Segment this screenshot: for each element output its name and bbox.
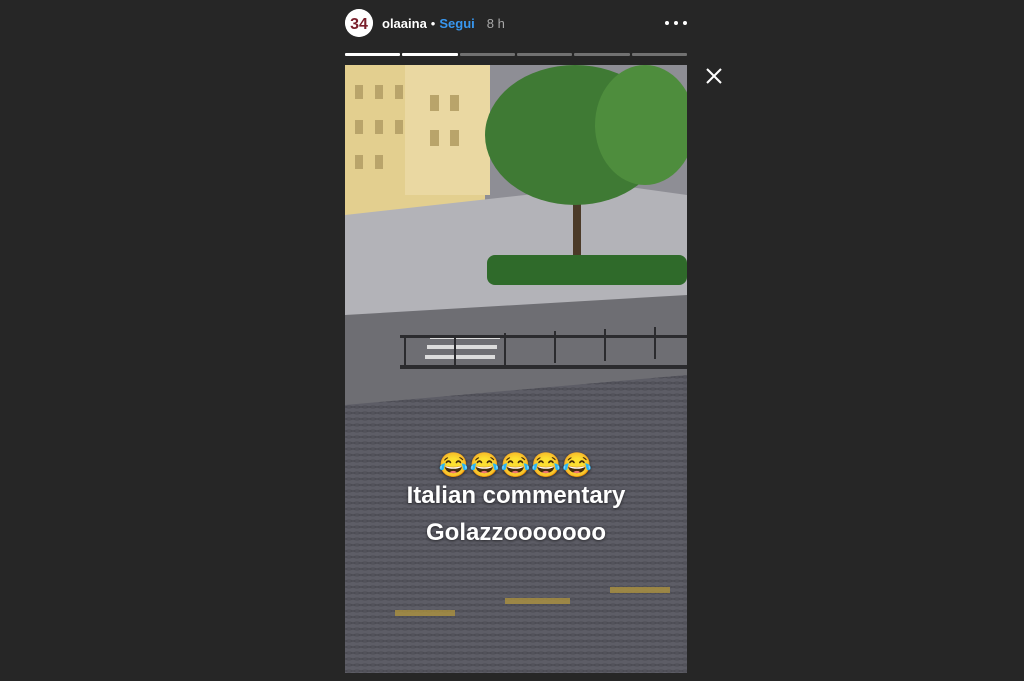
avatar-number: 34 bbox=[350, 16, 368, 33]
progress-segment bbox=[516, 53, 573, 56]
progress-segment bbox=[631, 53, 687, 56]
progress-segment bbox=[402, 53, 458, 56]
emoji-sticker: 😂😂😂😂😂 bbox=[438, 452, 594, 479]
follow-button[interactable]: Segui bbox=[439, 16, 474, 31]
close-icon[interactable] bbox=[704, 66, 724, 86]
post-time: 8 h bbox=[486, 15, 505, 31]
progress-segment bbox=[574, 53, 630, 56]
story-header: 34 olaaina • Segui 8 h bbox=[345, 6, 687, 40]
more-options-icon[interactable] bbox=[665, 13, 687, 33]
avatar-logo: 34 bbox=[345, 9, 373, 37]
progress-segment bbox=[459, 53, 515, 56]
story-media[interactable]: 😂😂😂😂😂 Italian commentary Golazzooooooo bbox=[345, 65, 687, 673]
avatar[interactable]: 34 bbox=[345, 9, 373, 37]
separator-dot: • bbox=[430, 15, 436, 31]
caption-line-2: Golazzooooooo bbox=[426, 519, 606, 546]
street-scene-image bbox=[345, 65, 687, 673]
story-progress bbox=[345, 53, 687, 56]
caption-line-1: Italian commentary bbox=[406, 482, 626, 509]
progress-segment bbox=[345, 53, 401, 56]
username[interactable]: olaaina bbox=[382, 16, 427, 31]
